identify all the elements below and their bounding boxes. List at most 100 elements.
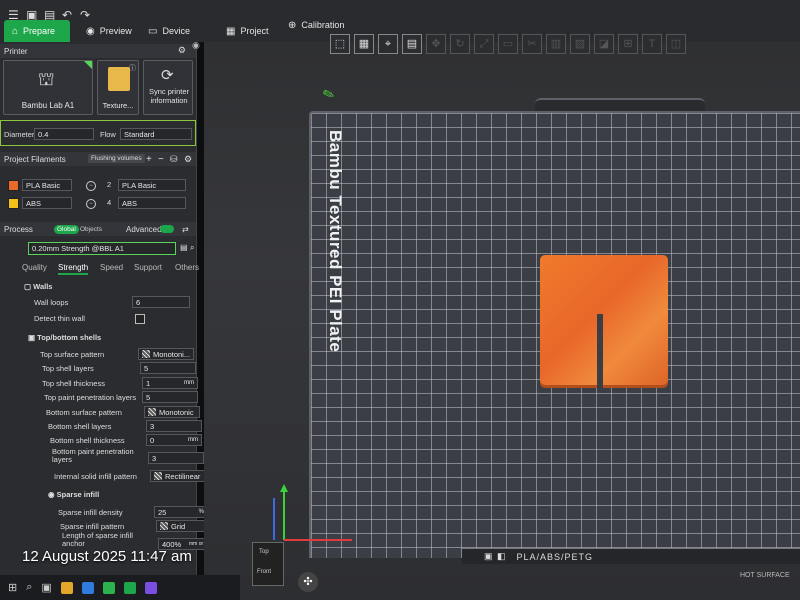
sparse-density-input[interactable]: 25% — [154, 506, 208, 518]
app-icon[interactable] — [144, 581, 157, 594]
bottom-surface-pattern-value: Monotonic — [159, 407, 194, 417]
sync-printer-button[interactable]: ⟳ Sync printer information — [143, 60, 193, 115]
chrome-icon[interactable] — [102, 581, 115, 594]
filament-settings-icon[interactable]: ⚙ — [184, 154, 192, 165]
bottom-paint-penetration-input[interactable]: 3 — [148, 452, 204, 464]
top-bottom-heading: ▣ Top/bottom shells — [28, 333, 102, 342]
plate-label: Bambu Textured PEI Plate — [326, 130, 345, 353]
add-object-icon[interactable]: ⬚ — [330, 34, 350, 54]
text-icon[interactable]: T — [642, 34, 662, 54]
top-shell-layers-label: Top shell layers — [42, 364, 94, 373]
screen: ☰ ▣ ▤ ↶ ↷ ⌂ Prepare ◉ Preview ▭ Device ▦… — [0, 0, 800, 600]
toggle-global[interactable]: Global — [54, 224, 79, 234]
add-filament-icon[interactable]: + — [146, 154, 152, 165]
top-surface-pattern-select[interactable]: Monotoni... — [138, 348, 194, 360]
search-icon[interactable]: ⌕ — [26, 581, 32, 594]
subtab-speed[interactable]: Speed — [100, 263, 123, 272]
subtab-quality[interactable]: Quality — [22, 263, 47, 272]
sparse-pattern-select[interactable]: Grid — [156, 520, 210, 532]
y-axis-arrow — [280, 484, 288, 492]
bottom-shell-thickness-label: Bottom shell thickness — [50, 436, 125, 445]
bottom-shell-layers-input[interactable]: 3 — [146, 420, 202, 432]
diameter-select[interactable]: 0.4 — [34, 128, 94, 140]
subtab-support[interactable]: Support — [134, 263, 162, 272]
top-shell-layers-value: 5 — [144, 363, 149, 373]
support-paint-icon[interactable]: ▥ — [546, 34, 566, 54]
rotate-icon[interactable]: ↻ — [450, 34, 470, 54]
advanced-toggle[interactable] — [160, 225, 174, 233]
plate-card[interactable]: ⓘ Texture... — [97, 60, 139, 115]
cut-icon[interactable]: ✂ — [522, 34, 542, 54]
subtab-others[interactable]: Others — [175, 263, 199, 272]
selected-corner — [84, 61, 92, 69]
lay-on-face-icon[interactable]: ▭ — [498, 34, 518, 54]
save-preset-icon[interactable]: ▤ — [180, 243, 188, 252]
tab-project[interactable]: ▦ Project — [218, 20, 276, 42]
view-cube-top: Top — [259, 549, 269, 555]
filament-4-select[interactable]: ABS — [118, 197, 186, 209]
internal-solid-infill-select[interactable]: Rectilinear — [150, 470, 206, 482]
flow-label: Flow — [100, 130, 116, 139]
filament-3-remove-icon[interactable]: − — [86, 199, 96, 209]
orange-model[interactable] — [540, 255, 668, 385]
tab-prepare-label: Prepare — [23, 26, 56, 36]
bambu-studio-icon[interactable] — [123, 581, 136, 594]
top-shell-layers-input[interactable]: 5 — [140, 362, 196, 374]
search-icon[interactable]: ⌕ — [190, 243, 194, 253]
sparse-density-label: Sparse infill density — [58, 508, 123, 517]
sync-filament-icon[interactable]: ⛁ — [170, 154, 178, 165]
tab-preview[interactable]: ◉ Preview — [78, 20, 140, 42]
eye-icon: ◉ — [86, 25, 95, 37]
move-icon[interactable]: ✥ — [426, 34, 446, 54]
tab-device[interactable]: ▭ Device — [140, 20, 198, 42]
detect-thin-wall-checkbox[interactable] — [135, 314, 145, 324]
wall-loops-label: Wall loops — [34, 298, 69, 307]
bottom-shell-thickness-input[interactable]: 0 mm — [146, 434, 202, 446]
filament-1-remove-icon[interactable]: − — [86, 181, 96, 191]
seam-paint-icon[interactable]: ▧ — [570, 34, 590, 54]
filament-3-swatch[interactable] — [8, 198, 19, 209]
filament-4-index: 4 — [107, 198, 112, 207]
printer-card[interactable]: ⛫ Bambu Lab A1 — [3, 60, 93, 115]
pattern-icon — [142, 350, 150, 358]
view-cube[interactable]: Top Front — [252, 542, 284, 586]
auto-orient-icon[interactable]: ⌖ — [378, 34, 398, 54]
compare-icon[interactable]: ⇄ — [182, 225, 189, 234]
filament-2-select[interactable]: PLA Basic — [118, 179, 186, 191]
plate-footer-text: PLA/ABS/PETG — [516, 551, 594, 562]
collapse-panel-icon[interactable]: ◉ — [192, 40, 200, 51]
bottom-surface-pattern-select[interactable]: Monotonic — [144, 406, 200, 418]
color-paint-icon[interactable]: ◪ — [594, 34, 614, 54]
split-icon[interactable]: ▤ — [402, 34, 422, 54]
process-preset-select[interactable]: 0.20mm Strength @BBL A1 — [28, 242, 176, 255]
task-view-icon[interactable]: ▣ — [41, 581, 51, 594]
mail-icon[interactable] — [81, 581, 94, 594]
axes-gizmo — [273, 484, 352, 541]
start-icon[interactable]: ⊞ — [8, 581, 17, 594]
gear-icon[interactable]: ⚙ — [178, 45, 186, 56]
file-explorer-icon[interactable] — [60, 581, 73, 594]
remove-filament-icon[interactable]: − — [158, 154, 164, 165]
printer-section-title: Printer — [4, 46, 28, 56]
filament-3-select[interactable]: ABS — [22, 197, 72, 209]
walls-title: Walls — [33, 282, 53, 291]
sparse-infill-heading: ◉ Sparse infill — [48, 490, 100, 499]
subtab-strength[interactable]: Strength — [58, 263, 89, 275]
top-bottom-title: Top/bottom shells — [37, 333, 102, 342]
tab-prepare[interactable]: ⌂ Prepare — [4, 20, 70, 42]
toggle-objects[interactable]: Objects — [80, 226, 102, 233]
filament-1-swatch[interactable] — [8, 180, 19, 191]
top-shell-thickness-input[interactable]: 1 mm — [142, 377, 198, 389]
flushing-volumes-button[interactable]: Flushing volumes — [88, 154, 145, 163]
arrange-grid-icon[interactable]: ▦ — [354, 34, 374, 54]
info-icon[interactable]: ⓘ — [129, 63, 136, 73]
assist-icon[interactable]: ✣ — [298, 572, 318, 592]
bottom-surface-pattern-label: Bottom surface pattern — [46, 408, 122, 417]
flow-select[interactable]: Standard — [120, 128, 192, 140]
scale-icon[interactable]: ⤢ — [474, 34, 494, 54]
measure-icon[interactable]: ⊞ — [618, 34, 638, 54]
wall-loops-input[interactable]: 6 — [132, 296, 190, 308]
filament-1-select[interactable]: PLA Basic — [22, 179, 72, 191]
top-paint-penetration-input[interactable]: 5 — [142, 391, 198, 403]
assembly-icon[interactable]: ◫ — [666, 34, 686, 54]
